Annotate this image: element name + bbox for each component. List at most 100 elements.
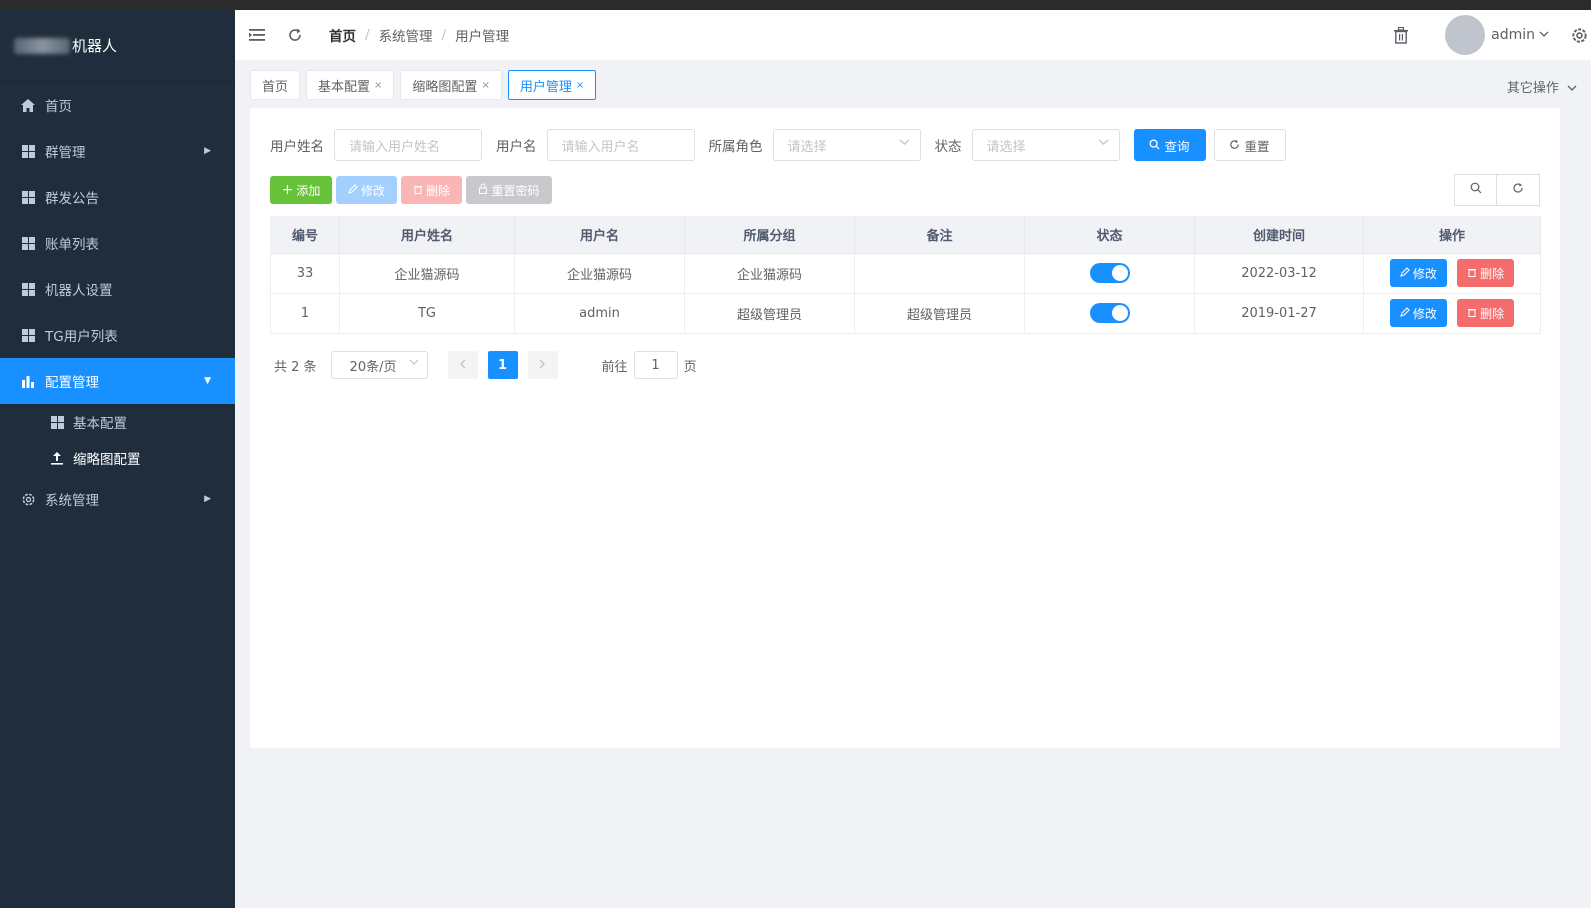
edit-icon — [1400, 306, 1410, 320]
sidebar-subitem-thumbnail-config[interactable]: 缩略图配置 — [0, 440, 235, 476]
status-toggle[interactable] — [1089, 263, 1130, 283]
sidebar-item-label: 群管理 — [45, 145, 86, 161]
edit-icon — [348, 183, 358, 197]
chevron-down-icon — [409, 358, 419, 369]
table-row: 1 TG admin 超级管理员 超级管理员 2019-01-27 修改 删除 — [270, 293, 1541, 334]
chevron-down-icon[interactable] — [1539, 30, 1549, 41]
column-header: 所属分组 — [684, 216, 855, 254]
row-delete-button[interactable]: 删除 — [1457, 259, 1515, 287]
cell-status — [1024, 253, 1195, 294]
row-edit-label: 修改 — [1412, 306, 1437, 321]
toolbar: + 添加 修改 删除 重置密码 — [270, 176, 556, 204]
sidebar-item-bot-settings[interactable]: 机器人设置 — [0, 266, 235, 312]
sidebar-item-config[interactable]: 配置管理 ▼ — [0, 358, 235, 404]
sidebar-item-bills[interactable]: 账单列表 — [0, 220, 235, 266]
status-toggle[interactable] — [1089, 303, 1130, 323]
page-size-select[interactable]: 20条/页 — [330, 351, 428, 379]
tab-user-manage[interactable]: 用户管理 × — [507, 70, 597, 100]
username[interactable]: admin — [1491, 27, 1535, 43]
cell-id: 1 — [270, 293, 340, 334]
close-icon[interactable]: × — [481, 80, 489, 91]
breadcrumb: 首页 / 系统管理 / 用户管理 — [329, 25, 509, 45]
row-delete-button[interactable]: 删除 — [1457, 299, 1515, 327]
grid-icon — [20, 143, 36, 159]
add-button-label: 添加 — [296, 183, 321, 198]
column-header: 创建时间 — [1194, 216, 1364, 254]
sidebar-item-group-manage[interactable]: 群管理 ▶ — [0, 128, 235, 174]
cell-id: 33 — [270, 253, 340, 294]
sidebar: 机器人 首页 群管理 ▶ 群发公告 账单列表 机器人设置 TG用户列表 配置管理… — [0, 10, 235, 908]
breadcrumb-home[interactable]: 首页 — [329, 25, 356, 45]
prev-page-button[interactable] — [447, 351, 478, 379]
other-ops-dropdown[interactable]: 其它操作 — [1507, 77, 1577, 96]
tab-basic-config[interactable]: 基本配置 × — [306, 70, 395, 100]
breadcrumb-system[interactable]: 系统管理 — [379, 25, 433, 45]
page-number-current[interactable]: 1 — [487, 351, 518, 379]
sidebar-item-broadcast[interactable]: 群发公告 — [0, 174, 235, 220]
sidebar-subitem-basic-config[interactable]: 基本配置 — [0, 404, 235, 440]
goto-input[interactable]: 1 — [633, 351, 678, 379]
pagination: 共 2 条 20条/页 1 前往 1 页 — [274, 351, 697, 379]
trash-icon[interactable] — [1391, 25, 1411, 45]
refresh-icon — [1512, 182, 1524, 198]
breadcrumb-current: 用户管理 — [455, 29, 510, 45]
row-edit-button[interactable]: 修改 — [1389, 299, 1447, 327]
navbar-right: admin — [1391, 10, 1591, 60]
edit-button[interactable]: 修改 — [336, 176, 397, 204]
upload-icon — [49, 450, 65, 466]
toggle-search-button[interactable] — [1454, 174, 1497, 206]
hamburger-icon[interactable] — [247, 25, 267, 45]
cell-status — [1024, 293, 1195, 334]
query-button[interactable]: 查询 — [1133, 129, 1206, 161]
reset-password-button[interactable]: 重置密码 — [466, 176, 552, 204]
sidebar-item-label: 首页 — [45, 99, 72, 115]
status-select[interactable]: 请选择 — [971, 129, 1120, 161]
table-header-row: 编号 用户姓名 用户名 所属分组 备注 状态 创建时间 操作 — [270, 216, 1541, 254]
column-header: 备注 — [854, 216, 1025, 254]
caret-right-icon: ▶ — [204, 494, 211, 504]
sidebar-subitem-label: 基本配置 — [73, 416, 127, 432]
close-icon[interactable]: × — [374, 80, 382, 91]
close-icon[interactable]: × — [576, 80, 584, 91]
grid-icon — [20, 235, 36, 251]
sidebar-item-label: 群发公告 — [45, 191, 99, 207]
add-button[interactable]: + 添加 — [270, 176, 332, 204]
name-input[interactable]: 请输入用户姓名 — [334, 129, 482, 161]
sidebar-item-home[interactable]: 首页 — [0, 82, 235, 128]
role-select[interactable]: 请选择 — [772, 129, 921, 161]
sidebar-item-label: TG用户列表 — [45, 329, 118, 345]
sidebar-logo[interactable]: 机器人 — [0, 10, 235, 82]
row-delete-label: 删除 — [1480, 266, 1505, 281]
reset-button[interactable]: 重置 — [1213, 129, 1286, 161]
refresh-icon[interactable] — [285, 25, 305, 45]
avatar[interactable] — [1445, 15, 1486, 55]
home-icon — [20, 97, 36, 113]
tab-label: 缩略图配置 — [412, 79, 478, 95]
sidebar-item-system[interactable]: 系统管理 ▶ — [0, 476, 235, 522]
cell-created: 2019-01-27 — [1194, 293, 1364, 334]
cell-group: 企业猫源码 — [684, 253, 855, 294]
chevron-down-icon — [1567, 81, 1577, 96]
name-label: 用户姓名 — [270, 139, 324, 155]
row-edit-button[interactable]: 修改 — [1389, 259, 1447, 287]
tab-home[interactable]: 首页 — [250, 70, 301, 100]
tab-thumbnail-config[interactable]: 缩略图配置 × — [400, 70, 502, 100]
reset-password-label: 重置密码 — [491, 183, 540, 198]
total-count: 共 2 条 — [274, 359, 317, 375]
row-delete-label: 删除 — [1480, 306, 1505, 321]
username-label: 用户名 — [496, 139, 537, 155]
chevron-down-icon — [1098, 138, 1109, 149]
username-input[interactable]: 请输入用户名 — [546, 129, 695, 161]
plus-icon: + — [281, 182, 294, 198]
status-label: 状态 — [934, 139, 962, 155]
sidebar-item-label: 配置管理 — [45, 375, 99, 391]
content-panel: 用户姓名 请输入用户姓名 用户名 请输入用户名 所属角色 请选择 状态 请选择 … — [250, 108, 1560, 748]
main-area: 首页 / 系统管理 / 用户管理 admin 首页 基本配置 × 缩略图配置 × 用… — [235, 10, 1591, 908]
trash-icon — [1467, 306, 1477, 320]
sidebar-item-tg-users[interactable]: TG用户列表 — [0, 312, 235, 358]
status-placeholder: 请选择 — [986, 139, 1026, 155]
gear-icon[interactable] — [1569, 25, 1589, 45]
next-page-button[interactable] — [527, 351, 558, 379]
refresh-table-button[interactable] — [1497, 174, 1540, 206]
delete-button[interactable]: 删除 — [401, 176, 462, 204]
